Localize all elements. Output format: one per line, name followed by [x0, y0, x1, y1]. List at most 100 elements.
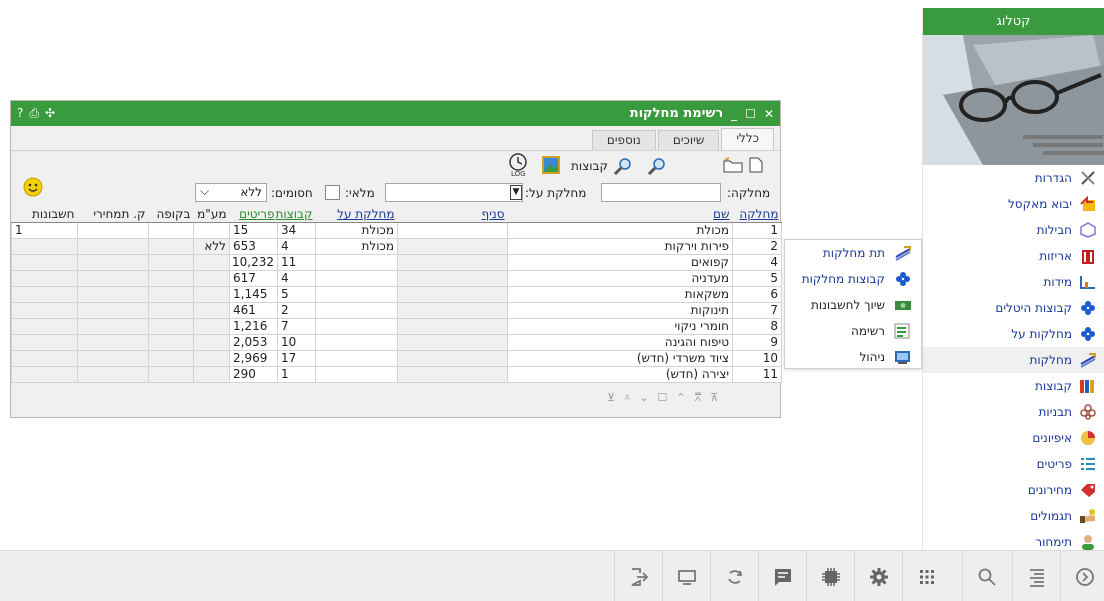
- cell-vat[interactable]: [193, 365, 230, 383]
- cell-items[interactable]: 1,145: [229, 285, 278, 303]
- messages-button[interactable]: [758, 551, 806, 601]
- cell-register[interactable]: [148, 365, 194, 383]
- cell-dept[interactable]: 4: [732, 253, 782, 271]
- cell-vat[interactable]: [193, 349, 230, 367]
- super-department-filter-select[interactable]: ▼: [385, 183, 523, 202]
- search-button[interactable]: [962, 551, 1010, 601]
- cell-pricing[interactable]: [77, 365, 149, 383]
- department-filter-input[interactable]: [601, 183, 721, 202]
- cell-dept[interactable]: 9: [732, 333, 782, 351]
- cell-dept[interactable]: 1: [732, 221, 782, 239]
- table-row[interactable]: 1 מכולת מכולת 34 15 1: [11, 221, 782, 239]
- log-icon[interactable]: LOG: [507, 153, 529, 180]
- cell-dept[interactable]: 11: [732, 365, 782, 383]
- cell-vat[interactable]: [193, 333, 230, 351]
- flyout-item-manage[interactable]: ניהול: [785, 344, 921, 370]
- cell-super[interactable]: [315, 285, 398, 303]
- cell-vat[interactable]: [193, 221, 230, 239]
- sidebar-item-settings[interactable]: הגדרות: [923, 165, 1104, 191]
- cell-items[interactable]: 617: [229, 269, 278, 287]
- cell-pricing[interactable]: [77, 253, 149, 271]
- flyout-item-account-assignment[interactable]: שיוך לחשבונות: [785, 292, 921, 318]
- sidebar-item-characteristics[interactable]: איפיונים: [923, 425, 1104, 451]
- groups-search-label[interactable]: קבוצות: [571, 159, 608, 173]
- navigate-button[interactable]: [1060, 551, 1104, 601]
- refresh-button[interactable]: [710, 551, 758, 601]
- cell-super[interactable]: [315, 269, 398, 287]
- column-header-branch[interactable]: סניף: [397, 206, 508, 223]
- cell-register[interactable]: [148, 221, 194, 239]
- help-icon[interactable]: ?: [17, 106, 23, 121]
- cell-super[interactable]: [315, 349, 398, 367]
- cell-items[interactable]: 1,216: [229, 317, 278, 335]
- cell-items[interactable]: 2,969: [229, 349, 278, 367]
- cell-groups[interactable]: 10: [277, 333, 316, 351]
- column-header-department[interactable]: מחלקה: [732, 206, 782, 223]
- first-page-icon[interactable]: ⊻: [607, 391, 615, 405]
- cell-pricing[interactable]: [77, 333, 149, 351]
- chevron-down-icon[interactable]: ⌵: [200, 184, 209, 199]
- cell-pricing[interactable]: [77, 269, 149, 287]
- cell-name[interactable]: יצירה (חדש): [507, 365, 733, 383]
- cell-register[interactable]: [148, 285, 194, 303]
- up-icon[interactable]: ⌃: [676, 391, 685, 405]
- flyout-item-department-groups[interactable]: קבוצות מחלקות: [785, 266, 921, 292]
- cell-register[interactable]: [148, 333, 194, 351]
- cell-register[interactable]: [148, 349, 194, 367]
- cell-register[interactable]: [148, 317, 194, 335]
- close-icon[interactable]: ✕: [764, 107, 774, 121]
- cell-pricing[interactable]: [77, 237, 149, 255]
- cell-accounts[interactable]: [11, 269, 78, 287]
- cell-super[interactable]: מכולת: [315, 237, 398, 255]
- table-row[interactable]: 2 פירות וירקות מכולת 4 653 ללא: [11, 237, 782, 255]
- cell-accounts[interactable]: [11, 333, 78, 351]
- sidebar-item-rewards[interactable]: תגמולים: [923, 503, 1104, 529]
- sidebar-item-departments[interactable]: מחלקות: [923, 347, 1104, 373]
- cell-register[interactable]: [148, 301, 194, 319]
- cell-pricing[interactable]: [77, 285, 149, 303]
- square-icon[interactable]: ☐: [658, 391, 668, 405]
- cell-accounts[interactable]: [11, 237, 78, 255]
- sidebar-item-boxes[interactable]: אריזות: [923, 243, 1104, 269]
- table-row[interactable]: 6 משקאות 5 1,145: [11, 285, 782, 303]
- column-header-name[interactable]: שם: [507, 206, 733, 223]
- cell-dept[interactable]: 8: [732, 317, 782, 335]
- cell-branch[interactable]: [397, 253, 508, 271]
- groups-search-icon[interactable]: [613, 157, 633, 178]
- cell-branch[interactable]: [397, 349, 508, 367]
- print-icon[interactable]: ⎙: [29, 106, 39, 121]
- cell-groups[interactable]: 17: [277, 349, 316, 367]
- cell-items[interactable]: 461: [229, 301, 278, 319]
- settings-button[interactable]: [854, 551, 902, 601]
- last-page-icon[interactable]: ⊼: [710, 391, 718, 405]
- cell-items[interactable]: 653: [229, 237, 278, 255]
- desktop-button[interactable]: [662, 551, 710, 601]
- cell-items[interactable]: 15: [229, 221, 278, 239]
- cell-groups[interactable]: 7: [277, 317, 316, 335]
- column-header-super-department[interactable]: מחלקת על: [315, 206, 398, 223]
- picture-icon[interactable]: [541, 155, 561, 178]
- cell-branch[interactable]: [397, 237, 508, 255]
- sidebar-item-excel-import[interactable]: יבוא מאקסל: [923, 191, 1104, 217]
- tab-general[interactable]: כללי: [721, 128, 774, 150]
- column-header-items[interactable]: פריטים: [229, 206, 278, 223]
- sidebar-item-items[interactable]: פריטים: [923, 451, 1104, 477]
- next-page-icon[interactable]: ⩞: [695, 391, 702, 405]
- sidebar-item-super-departments[interactable]: מחלקות על: [923, 321, 1104, 347]
- smiley-icon[interactable]: [23, 177, 43, 200]
- sidebar-item-groups[interactable]: קבוצות: [923, 373, 1104, 399]
- cell-dept[interactable]: 6: [732, 285, 782, 303]
- cell-dept[interactable]: 10: [732, 349, 782, 367]
- tab-additional[interactable]: נוספים: [591, 130, 656, 150]
- cell-dept[interactable]: 2: [732, 237, 782, 255]
- stock-checkbox[interactable]: [325, 185, 340, 200]
- sidebar-item-templates[interactable]: תבניות: [923, 399, 1104, 425]
- cell-super[interactable]: [315, 301, 398, 319]
- cell-super[interactable]: [315, 365, 398, 383]
- cell-accounts[interactable]: 1: [11, 221, 78, 239]
- flyout-item-list[interactable]: רשימה: [785, 318, 921, 344]
- cell-super[interactable]: מכולת: [315, 221, 398, 239]
- column-header-groups[interactable]: קבוצות: [276, 206, 316, 223]
- cell-branch[interactable]: [397, 269, 508, 287]
- open-folder-icon[interactable]: [723, 157, 743, 176]
